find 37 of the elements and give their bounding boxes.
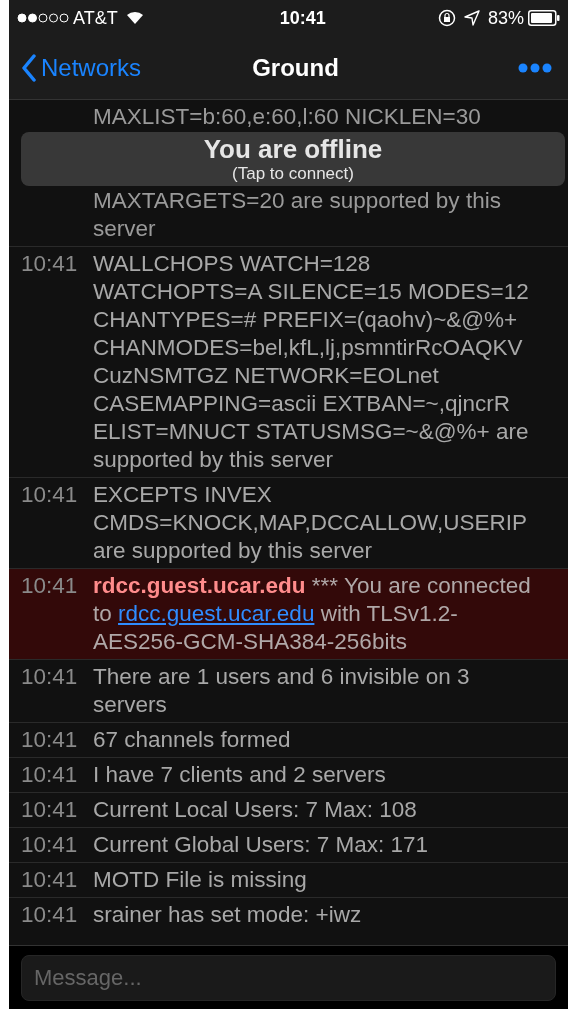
timestamp: 10:41 <box>21 867 78 892</box>
timestamp: 10:41 <box>21 251 78 276</box>
message-text: There are 1 users and 6 invisible on 3 servers <box>93 663 471 719</box>
clock: 10:41 <box>279 6 326 30</box>
message-text: srainer has set mode: +iwz <box>93 901 363 929</box>
message-text: Current Local Users: 7 Max: 108 <box>93 796 418 824</box>
timestamp: 10:41 <box>21 573 78 598</box>
channel-title: Ground <box>252 52 339 83</box>
message-text: 67 channels formed <box>93 726 292 754</box>
timestamp: 10:41 <box>21 482 78 507</box>
signal-icon <box>17 13 69 23</box>
message-text: MAXTARGETS=20 are supported by this server <box>93 187 502 243</box>
message-text: I have 7 clients and 2 servers <box>93 761 387 789</box>
message-text: WALLCHOPS WATCH=128 WATCHOPTS=A SILENCE=15 MODES=12 CHANTYPES=# PREFIX=(qaohv)~&@%+ CHANMODES=bel,kfL,lj,psmntirRcOAQKV CuzNSMTGZ NETWORK=EOLnet CASEMAPPING=ascii EXTBAN=~,qjncrR ELIST=MNUCT STATUSMSG=~&@%+ are supported by this server <box>93 250 530 474</box>
wifi-icon <box>125 11 144 25</box>
timestamp: 10:41 <box>21 902 78 927</box>
message-input[interactable]: Message... <box>21 954 556 1001</box>
message-text: MOTD File is missing <box>93 866 308 894</box>
link[interactable]: rdcc.guest.ucar.edu <box>118 601 315 626</box>
timestamp: 10:41 <box>21 797 78 822</box>
location-icon <box>463 10 480 26</box>
battery-icon <box>528 10 560 26</box>
carrier-name: AT&T <box>73 6 118 30</box>
message-text: MAXLIST=b:60,e:60,l:60 NICKLEN=30 <box>93 103 482 131</box>
more-icon <box>518 62 552 73</box>
timestamp: 10:41 <box>21 727 78 752</box>
message-text: rdcc.guest.ucar.edu *** You are connected to rdcc.guest.ucar.edu with TLSv1.2-AES256-GCM-SHA384-256bits <box>93 572 532 656</box>
timestamp: 10:41 <box>21 664 78 689</box>
battery-percent: 83% <box>487 6 524 30</box>
message-text: EXCEPTS INVEX CMDS=KNOCK,MAP,DCCALLOW,USERIP are supported by this server <box>93 481 528 565</box>
timestamp: 10:41 <box>21 832 78 857</box>
timestamp: 10:41 <box>21 762 78 787</box>
back-button[interactable]: Networks <box>21 49 142 86</box>
rotation-lock-icon <box>437 9 456 27</box>
message-text: Current Global Users: 7 Max: 171 <box>93 831 430 859</box>
offline-banner[interactable]: You are offline (Tap to connect) <box>21 132 565 186</box>
chevron-left-icon <box>21 53 37 82</box>
